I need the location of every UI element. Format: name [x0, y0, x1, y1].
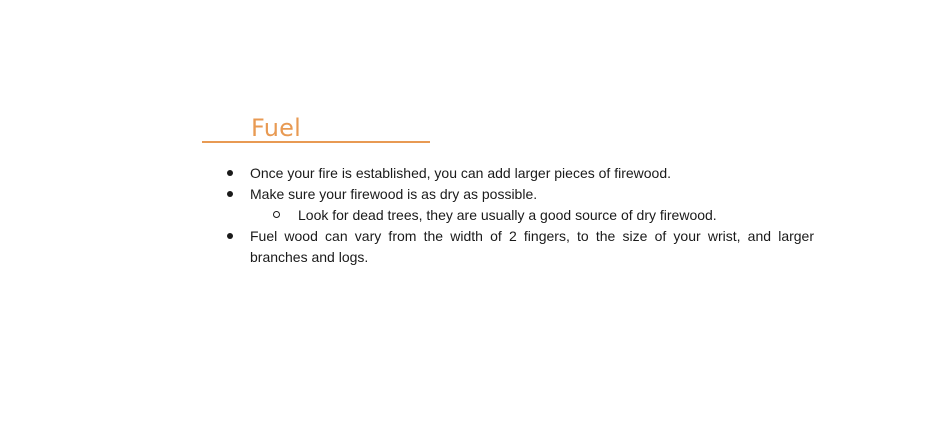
bullet-icon — [227, 233, 233, 239]
list-item: Fuel wood can vary from the width of 2 f… — [224, 226, 814, 268]
sub-list-item-text: Look for dead trees, they are usually a … — [298, 207, 717, 223]
list-item-text: Fuel wood can vary from the width of 2 f… — [250, 228, 814, 265]
heading-underline — [202, 141, 430, 143]
list-item-text: Make sure your firewood is as dry as pos… — [250, 186, 538, 202]
bullet-icon — [227, 170, 233, 176]
bullet-icon — [227, 191, 233, 197]
bullet-list: Once your fire is established, you can a… — [224, 163, 814, 268]
list-item-text: Once your fire is established, you can a… — [250, 165, 672, 181]
section-heading: Fuel — [202, 112, 430, 143]
list-item: Make sure your firewood is as dry as pos… — [224, 184, 814, 205]
list-item: Once your fire is established, you can a… — [224, 163, 814, 184]
heading-title: Fuel — [251, 114, 301, 142]
sub-list-item: Look for dead trees, they are usually a … — [224, 205, 814, 226]
hollow-bullet-icon — [273, 211, 280, 218]
